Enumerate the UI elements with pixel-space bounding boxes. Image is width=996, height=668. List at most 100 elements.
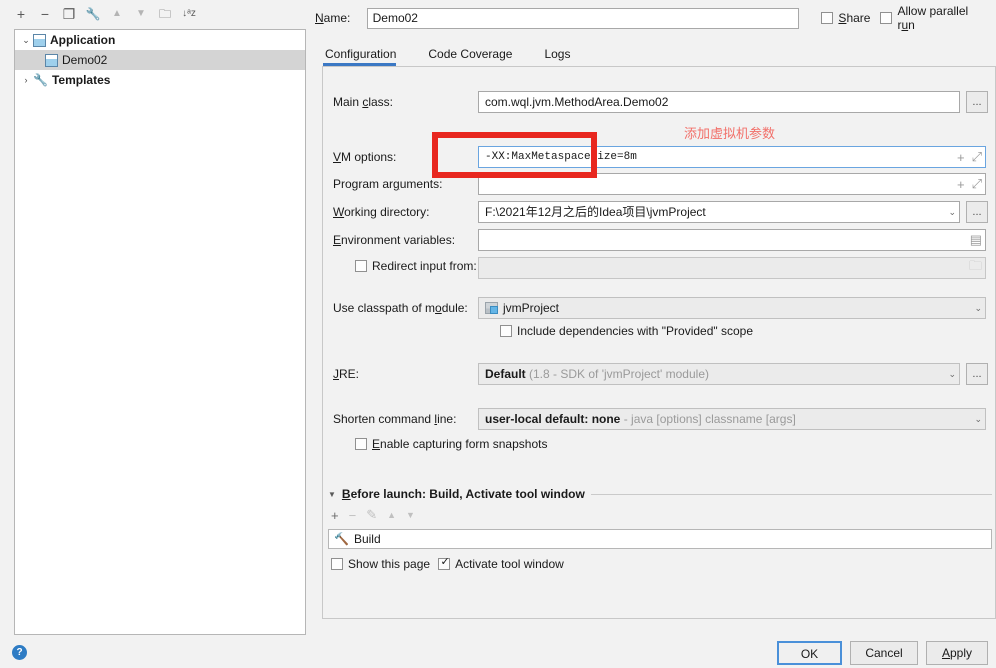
help-icon[interactable]: ? bbox=[12, 645, 27, 660]
application-icon bbox=[33, 33, 46, 47]
new-folder-icon[interactable]: 🗀 bbox=[154, 3, 176, 25]
name-label: Name: bbox=[315, 11, 351, 25]
environment-variables-editor-button[interactable]: ▤ bbox=[970, 229, 982, 251]
tree-item-label: Templates bbox=[51, 73, 111, 87]
expand-editor-icon[interactable]: ⤢ bbox=[972, 176, 982, 192]
move-task-down-icon: ▼ bbox=[406, 510, 415, 520]
collapse-icon[interactable]: ▼ bbox=[328, 490, 336, 499]
working-directory-browse-button[interactable]: ... bbox=[966, 201, 988, 223]
remove-task-icon: − bbox=[348, 507, 357, 523]
program-arguments-input[interactable] bbox=[478, 173, 986, 195]
before-launch-title: Before launch: Build, Activate tool wind… bbox=[341, 487, 585, 501]
configurations-tree: ⌄ Application Demo02 › 🔧 Templates bbox=[14, 29, 306, 635]
classpath-module-value: jvmProject bbox=[503, 301, 560, 315]
checkbox-box[interactable] bbox=[880, 12, 893, 24]
copy-icon[interactable]: ❐ bbox=[58, 3, 80, 25]
tree-item-application[interactable]: ⌄ Application bbox=[15, 30, 305, 50]
wrench-icon: 🔧 bbox=[33, 73, 48, 87]
main-class-input[interactable]: com.wql.jvm.MethodArea.Demo02 bbox=[478, 91, 960, 113]
expand-editor-icon[interactable]: ⤢ bbox=[972, 149, 982, 165]
jre-select[interactable]: Default (1.8 - SDK of 'jvmProject' modul… bbox=[478, 363, 960, 385]
main-class-label: Main class: bbox=[333, 95, 394, 109]
jre-browse-button[interactable]: ... bbox=[966, 363, 988, 385]
chevron-down-icon[interactable]: ⌄ bbox=[974, 303, 982, 314]
include-provided-checkbox[interactable]: Include dependencies with "Provided" sco… bbox=[500, 324, 761, 338]
move-up-icon[interactable]: ▲ bbox=[106, 3, 128, 25]
jre-hint: (1.8 - SDK of 'jvmProject' module) bbox=[529, 367, 709, 381]
run-debug-configurations-dialog: + − ❐ 🔧 ▲ ▼ 🗀 ↓ᵃz ⌄ Application Demo02 ›… bbox=[0, 0, 996, 668]
tree-item-templates[interactable]: › 🔧 Templates bbox=[15, 70, 305, 90]
checkbox-box[interactable] bbox=[438, 556, 451, 570]
checkbox-box[interactable] bbox=[821, 12, 834, 24]
jre-value: Default bbox=[485, 367, 526, 381]
edit-task-icon: ✎ bbox=[366, 507, 378, 522]
tab-logs[interactable]: Logs bbox=[542, 47, 584, 66]
application-icon bbox=[45, 53, 58, 67]
shorten-command-line-select[interactable]: user-local default: none - java [options… bbox=[478, 408, 986, 430]
name-input[interactable]: Demo02 bbox=[366, 7, 800, 29]
move-down-icon[interactable]: ▼ bbox=[130, 3, 152, 25]
ok-button[interactable]: OK bbox=[777, 641, 842, 665]
vm-options-label: VM options: bbox=[333, 150, 397, 164]
activate-tool-window-checkbox[interactable]: Activate tool window bbox=[438, 556, 572, 571]
apply-button[interactable]: Apply bbox=[926, 641, 988, 665]
checkbox-box[interactable] bbox=[331, 558, 343, 570]
environment-variables-input[interactable] bbox=[478, 229, 986, 251]
chevron-down-icon[interactable]: ⌄ bbox=[974, 414, 982, 425]
remove-icon[interactable]: − bbox=[34, 3, 56, 25]
before-launch-options: Show this page Activate tool window bbox=[331, 556, 572, 571]
separator-line bbox=[590, 493, 992, 495]
classpath-module-dropdown[interactable]: ⌄ bbox=[974, 297, 982, 319]
activate-tool-window-label: Activate tool window bbox=[455, 557, 564, 571]
name-row: Name: Demo02 Share Allow parallel run bbox=[315, 4, 996, 32]
classpath-module-label: Use classpath of module: bbox=[333, 301, 468, 315]
redirect-input-browse-button: 🗀 bbox=[969, 257, 982, 279]
before-launch-task-list[interactable]: 🔨 Build bbox=[328, 529, 992, 549]
plus-icon[interactable]: + bbox=[957, 150, 965, 165]
allow-parallel-run-checkbox[interactable]: Allow parallel run bbox=[880, 4, 996, 32]
tab-configuration[interactable]: Configuration bbox=[323, 47, 410, 66]
sort-alphabetically-icon[interactable]: ↓ᵃz bbox=[178, 3, 200, 25]
working-directory-dropdown[interactable]: ⌄ bbox=[948, 201, 956, 223]
working-directory-input[interactable]: F:\2021年12月之后的Idea项目\jvmProject bbox=[478, 201, 960, 223]
enable-snapshots-checkbox[interactable]: Enable capturing form snapshots bbox=[355, 437, 555, 451]
redirect-input-field bbox=[478, 257, 986, 279]
checkbox-box[interactable] bbox=[355, 260, 367, 272]
vm-options-input[interactable]: -XX:MaxMetaspaceSize=8m bbox=[478, 146, 986, 168]
show-this-page-checkbox[interactable]: Show this page bbox=[331, 557, 438, 571]
chevron-down-icon[interactable]: ⌄ bbox=[948, 207, 956, 218]
list-icon[interactable]: ▤ bbox=[970, 232, 982, 248]
chevron-down-icon[interactable]: ⌄ bbox=[19, 35, 33, 46]
checkbox-box[interactable] bbox=[500, 325, 512, 337]
plus-icon[interactable]: + bbox=[957, 177, 965, 192]
share-checkbox[interactable]: Share bbox=[821, 11, 878, 25]
environment-variables-label: Environment variables: bbox=[333, 233, 456, 247]
main-class-browse-button[interactable]: ... bbox=[966, 91, 988, 113]
cancel-button[interactable]: Cancel bbox=[850, 641, 918, 665]
shorten-command-line-value: user-local default: none bbox=[485, 412, 621, 426]
folder-icon: 🗀 bbox=[968, 258, 982, 273]
share-label: Share bbox=[838, 11, 871, 25]
redirect-input-checkbox[interactable]: Redirect input from: bbox=[355, 259, 485, 273]
before-launch-header[interactable]: ▼ Before launch: Build, Activate tool wi… bbox=[328, 487, 992, 501]
enable-snapshots-label: Enable capturing form snapshots bbox=[372, 437, 548, 451]
shorten-command-line-dropdown[interactable]: ⌄ bbox=[974, 408, 982, 430]
shorten-command-line-hint: - java [options] classname [args] bbox=[623, 412, 796, 426]
add-task-icon[interactable]: + bbox=[331, 508, 339, 523]
tree-item-label: Demo02 bbox=[62, 53, 108, 67]
annotation-text: 添加虚拟机参数 bbox=[684, 127, 776, 142]
add-icon[interactable]: + bbox=[10, 3, 32, 25]
classpath-module-select[interactable]: jvmProject bbox=[478, 297, 986, 319]
tree-item-demo02[interactable]: Demo02 bbox=[15, 50, 305, 70]
checkbox-box[interactable] bbox=[355, 438, 367, 450]
tab-code-coverage[interactable]: Code Coverage bbox=[426, 47, 526, 66]
chevron-right-icon[interactable]: › bbox=[19, 75, 33, 85]
jre-dropdown[interactable]: ⌄ bbox=[948, 363, 956, 385]
redirect-input-label: Redirect input from: bbox=[372, 259, 477, 273]
program-arguments-label: Program arguments: bbox=[333, 177, 443, 191]
shorten-command-line-label: Shorten command line: bbox=[333, 412, 457, 426]
working-directory-label: Working directory: bbox=[333, 205, 430, 219]
chevron-down-icon[interactable]: ⌄ bbox=[948, 369, 956, 380]
before-launch-task-label: Build bbox=[353, 532, 381, 546]
wrench-icon[interactable]: 🔧 bbox=[82, 3, 104, 25]
